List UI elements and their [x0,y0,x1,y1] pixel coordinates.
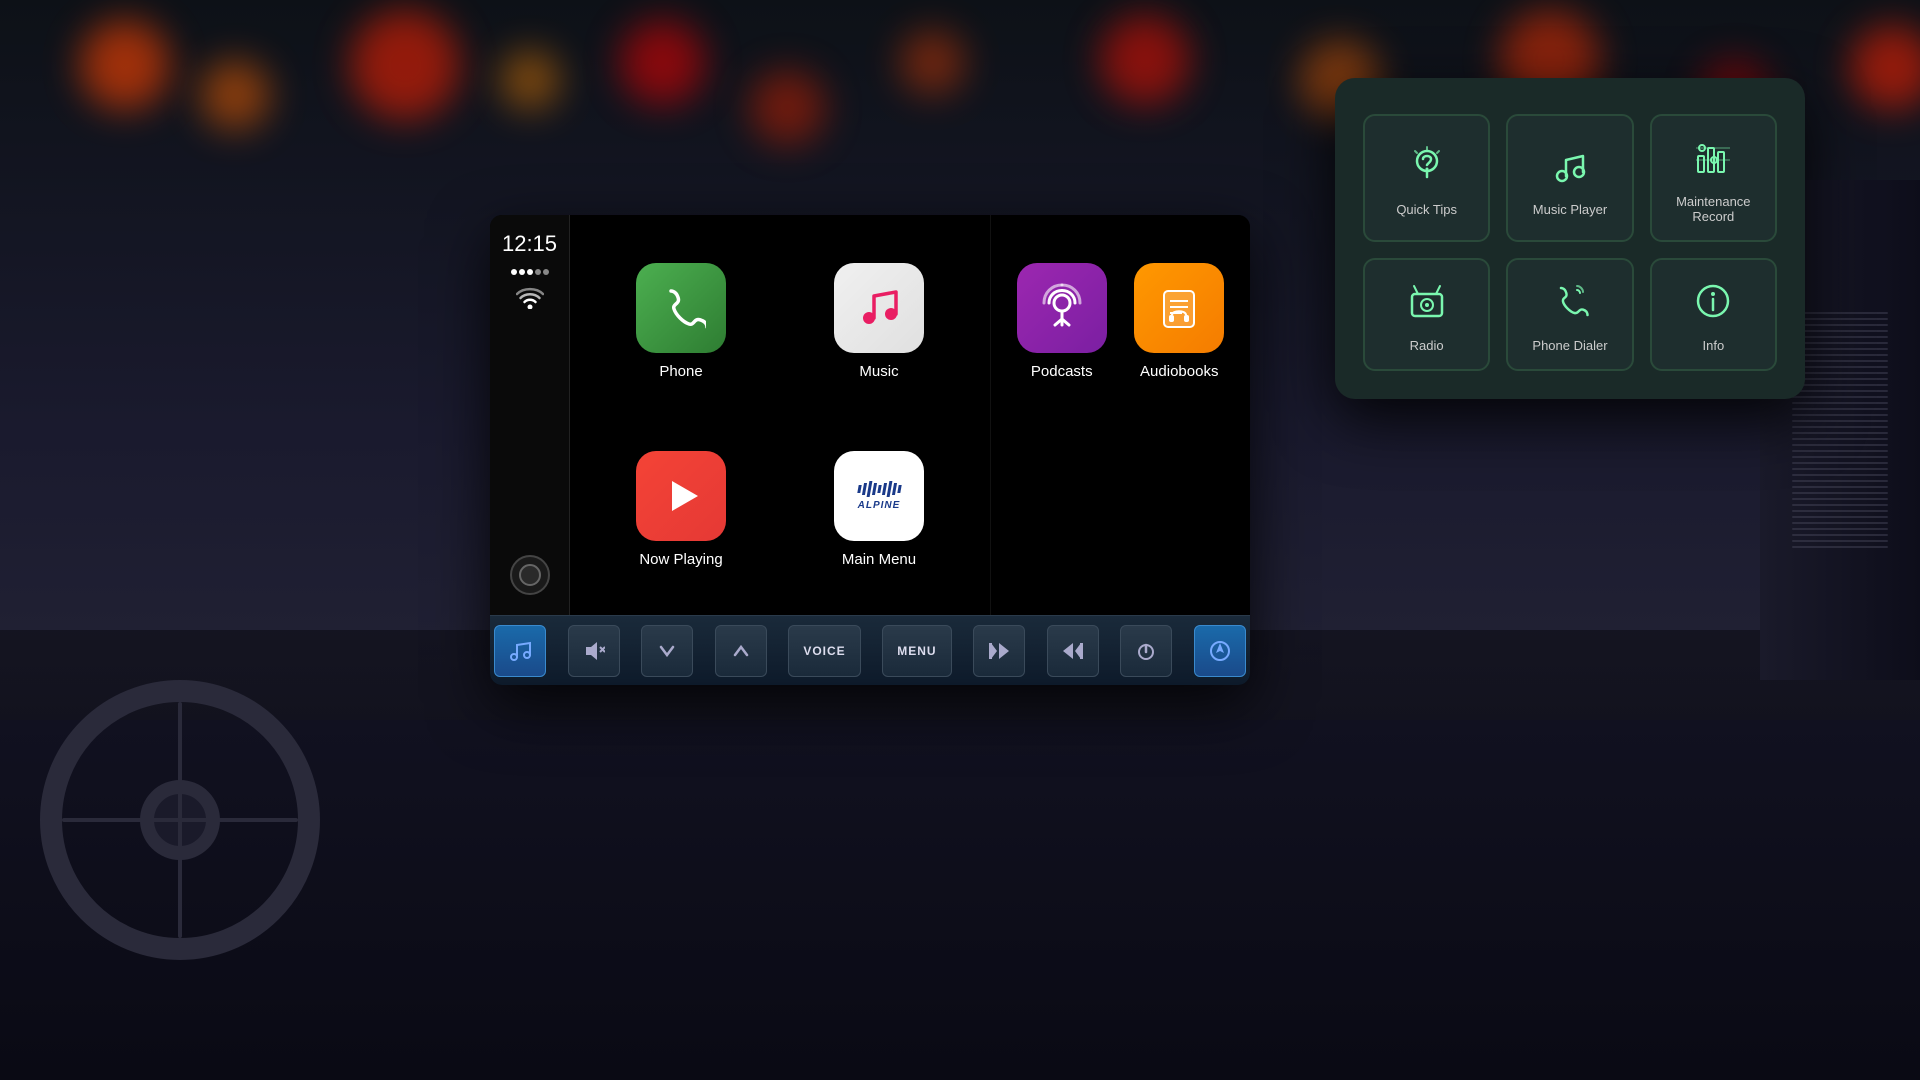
up-button[interactable] [715,625,767,677]
main-app-grid: Phone Music [570,215,990,615]
time-display: 12:15 [502,231,557,257]
radio-icon [1402,276,1452,326]
popup-phone-dialer[interactable]: Phone Dialer [1506,258,1633,371]
extended-app-grid: Podcasts Audi [990,215,1250,615]
phone-app-icon [636,263,726,353]
main-menu-app-label: Main Menu [842,551,916,568]
nav-button[interactable] [1194,625,1246,677]
popup-quick-tips[interactable]: Quick Tips [1363,114,1490,242]
down-button[interactable] [641,625,693,677]
music-player-label: Music Player [1533,202,1607,217]
dot-5 [543,269,549,275]
app-music[interactable]: Music [788,235,970,407]
maintenance-icon [1688,132,1738,182]
popup-info[interactable]: Info [1650,258,1777,371]
signal-strength [511,269,549,275]
info-icon [1688,276,1738,326]
app-main-menu[interactable]: ALPINE Main Menu [788,423,970,595]
main-menu-app-icon: ALPINE [834,451,924,541]
phone-app-label: Phone [659,363,702,380]
wifi-icon [516,287,544,309]
dot-4 [535,269,541,275]
music-app-label: Music [859,363,898,380]
home-button-inner [519,564,541,586]
music-player-icon [1545,140,1595,190]
popup-maintenance[interactable]: Maintenance Record [1650,114,1777,242]
app-phone[interactable]: Phone [590,235,772,407]
music-app-icon [834,263,924,353]
dot-2 [519,269,525,275]
popup-grid: Quick Tips Music Player [1363,114,1777,371]
quick-tips-label: Quick Tips [1396,202,1457,217]
steering-wheel-area [20,640,340,1000]
info-label: Info [1702,338,1724,353]
home-button[interactable] [510,555,550,595]
app-podcasts[interactable]: Podcasts [1011,235,1113,407]
screen-main-area: 12:15 [490,215,1250,615]
audiobooks-app-label: Audiobooks [1140,363,1218,380]
spoke-h [62,818,298,822]
voice-button[interactable]: VOICE [788,625,860,677]
maintenance-label: Maintenance Record [1660,194,1767,224]
app-audiobooks[interactable]: Audiobooks [1129,235,1231,407]
podcasts-app-label: Podcasts [1031,363,1093,380]
control-bar: VOICE MENU [490,615,1250,685]
power-button[interactable] [1120,625,1172,677]
quick-tips-icon [1402,140,1452,190]
screen-sidebar: 12:15 [490,215,570,615]
radio-label: Radio [1410,338,1444,353]
dot-3 [527,269,533,275]
mute-button[interactable] [568,625,620,677]
now-playing-app-label: Now Playing [639,551,722,568]
steering-wheel [40,680,320,960]
prev-button[interactable] [973,625,1025,677]
menu-button[interactable]: MENU [882,625,951,677]
next-button[interactable] [1047,625,1099,677]
podcasts-app-icon [1017,263,1107,353]
car-screen: 12:15 [490,215,1250,685]
alpine-text: ALPINE [858,500,901,511]
popup-radio[interactable]: Radio [1363,258,1490,371]
dot-1 [511,269,517,275]
phone-dialer-icon [1545,276,1595,326]
app-now-playing[interactable]: Now Playing [590,423,772,595]
popup-music-player[interactable]: Music Player [1506,114,1633,242]
now-playing-app-icon [636,451,726,541]
music-control-button[interactable] [494,625,546,677]
audiobooks-app-icon [1134,263,1224,353]
phone-dialer-label: Phone Dialer [1532,338,1607,353]
popup-menu: Quick Tips Music Player [1335,78,1805,399]
